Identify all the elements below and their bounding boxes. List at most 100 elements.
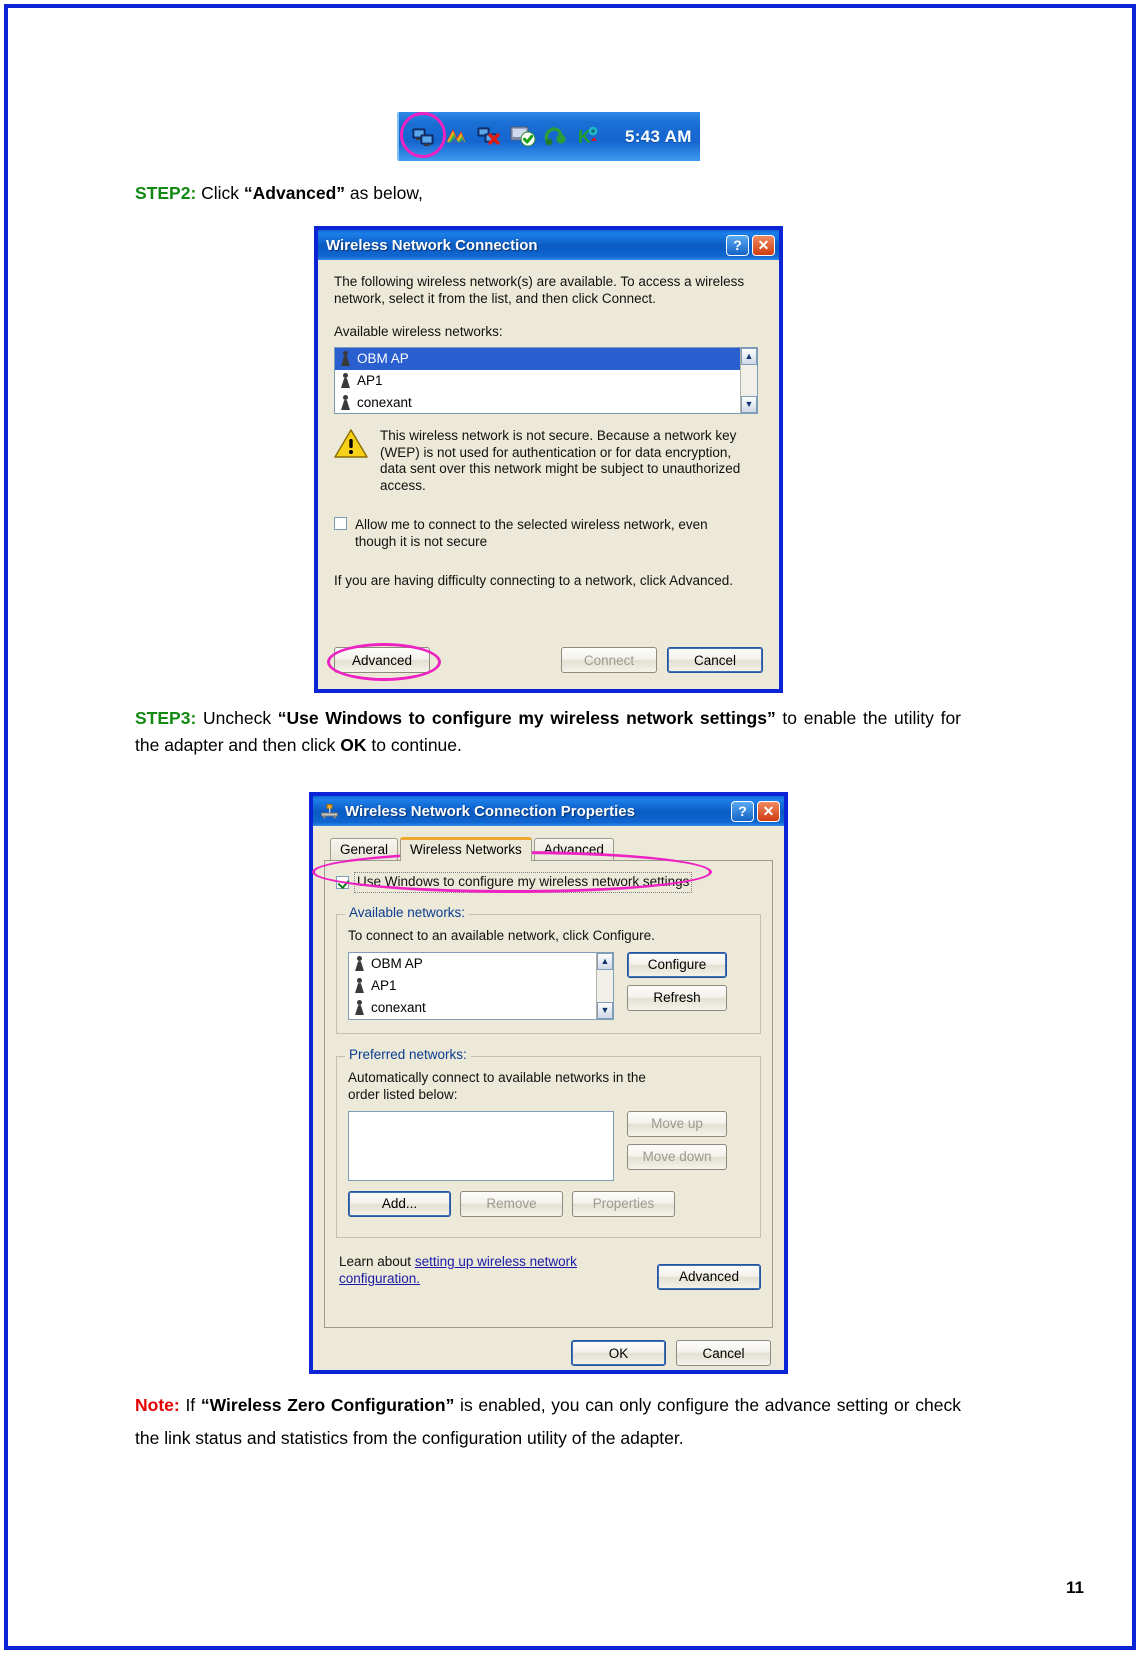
preferred-networks-legend: Preferred networks: xyxy=(345,1046,471,1062)
network-disconnected-icon[interactable] xyxy=(477,125,503,149)
help-icon[interactable]: ? xyxy=(726,234,749,256)
wireless-network-item-icon xyxy=(341,373,350,388)
wireless-networks-tabpanel: Use Windows to configure my wireless net… xyxy=(312,851,773,1328)
step3-paragraph: STEP3: Uncheck “Use Windows to configure… xyxy=(135,705,961,759)
wireless-network-connection-properties-dialog: Wireless Network Connection Properties ?… xyxy=(310,793,787,1373)
dialog2-titlebar[interactable]: Wireless Network Connection Properties ?… xyxy=(313,796,784,826)
step3-text-before: Uncheck xyxy=(196,708,278,728)
dialog1-intro-text: The following wireless network(s) are av… xyxy=(334,274,745,306)
dialog2-tabstrip: General Wireless Networks Advanced xyxy=(324,836,773,861)
system-tray: K 5:43 AM xyxy=(397,112,700,161)
scrollbar-track[interactable] xyxy=(597,969,613,1002)
step2-label: STEP2: xyxy=(135,183,197,203)
scroll-up-icon[interactable]: ▲ xyxy=(741,347,757,365)
antivirus-shield-icon[interactable] xyxy=(510,125,536,149)
step2-paragraph: STEP2: Click “Advanced” as below, xyxy=(135,180,1015,207)
wireless-network-item-icon xyxy=(355,956,364,971)
refresh-button[interactable]: Refresh xyxy=(627,984,727,1011)
system-tray-strip: K 5:43 AM xyxy=(397,112,700,161)
wireless-network-item-icon xyxy=(341,395,350,410)
ok-button[interactable]: OK xyxy=(571,1340,666,1366)
security-warning-text: This wireless network is not secure. Bec… xyxy=(380,427,741,494)
wireless-network-item-icon xyxy=(341,351,350,366)
move-up-button: Move up xyxy=(627,1110,727,1137)
close-icon[interactable]: ✕ xyxy=(752,234,775,256)
note-bold: “Wireless Zero Configuration” xyxy=(200,1395,455,1415)
available-networks-label: Available wireless networks: xyxy=(334,323,503,339)
network-adapter-icon xyxy=(321,803,338,819)
listbox-scrollbar[interactable]: ▲ ▼ xyxy=(596,952,613,1019)
use-windows-checkbox-label: Use Windows to configure my wireless net… xyxy=(353,872,693,893)
scroll-up-icon[interactable]: ▲ xyxy=(597,952,613,970)
page-border: K 5:43 AM STEP2: Click “Advanced” as bel… xyxy=(4,4,1136,1650)
network-list-item[interactable]: OBM AP xyxy=(349,953,613,975)
cancel-button[interactable]: Cancel xyxy=(667,647,763,673)
use-windows-checkbox-row[interactable]: Use Windows to configure my wireless net… xyxy=(336,872,761,893)
step3-label: STEP3: xyxy=(135,708,197,728)
dialog2-title: Wireless Network Connection Properties xyxy=(345,802,635,820)
listbox-scrollbar[interactable]: ▲ ▼ xyxy=(740,347,757,413)
help-icon[interactable]: ? xyxy=(731,800,754,822)
available-networks-listbox[interactable]: OBM AP AP1 conexant ▲ ▼ xyxy=(334,346,758,414)
network-name: AP1 xyxy=(357,373,383,389)
step3-bold-1: “Use Windows to configure my wireless ne… xyxy=(277,708,776,728)
volume-icon[interactable] xyxy=(444,125,470,149)
learn-more-text: Learn about setting up wireless network … xyxy=(339,1254,609,1288)
add-button[interactable]: Add... xyxy=(348,1190,451,1217)
wireless-network-connection-dialog: Wireless Network Connection ? ✕ The foll… xyxy=(315,227,782,692)
page-number: 11 xyxy=(1066,1578,1084,1597)
network-list-item[interactable]: OBM AP xyxy=(335,347,757,370)
network-name: conexant xyxy=(357,395,412,411)
tab-advanced[interactable]: Advanced xyxy=(533,838,614,861)
allow-connect-checkbox[interactable] xyxy=(334,517,347,531)
usb-device-icon[interactable] xyxy=(543,125,569,149)
preferred-networks-group: Preferred networks: Automatically connec… xyxy=(336,1046,761,1238)
difficulty-hint-text: If you are having difficulty connecting … xyxy=(334,572,733,588)
scroll-down-icon[interactable]: ▼ xyxy=(597,1001,613,1019)
scroll-down-icon[interactable]: ▼ xyxy=(741,395,757,413)
network-list-item[interactable]: AP1 xyxy=(349,975,613,997)
wireless-network-item-icon xyxy=(355,978,364,993)
network-name: AP1 xyxy=(371,978,397,994)
learn-more-prefix: Learn about xyxy=(339,1253,415,1269)
step3-bold-2: OK xyxy=(340,735,367,756)
configure-button[interactable]: Configure xyxy=(627,951,727,978)
allow-connect-checkbox-row[interactable]: Allow me to connect to the selected wire… xyxy=(334,517,763,551)
note-text-before: If xyxy=(179,1395,201,1415)
tab-general[interactable]: General xyxy=(330,838,399,861)
step2-bold: “Advanced” xyxy=(243,183,346,203)
use-windows-checkbox[interactable] xyxy=(336,875,349,889)
wireless-network-icon[interactable] xyxy=(411,125,437,149)
allow-connect-label: Allow me to connect to the selected wire… xyxy=(355,517,708,549)
close-icon[interactable]: ✕ xyxy=(757,800,780,822)
preferred-networks-listbox[interactable] xyxy=(348,1110,614,1181)
connect-button: Connect xyxy=(561,647,657,673)
network-list-item[interactable]: conexant xyxy=(349,997,613,1019)
advanced-button[interactable]: Advanced xyxy=(334,647,430,673)
kaspersky-icon[interactable]: K xyxy=(576,125,602,149)
available-networks-group: Available networks: To connect to an ava… xyxy=(336,904,761,1034)
move-down-button: Move down xyxy=(627,1143,727,1170)
wireless-network-item-icon xyxy=(355,1000,364,1015)
step2-text-after: as below, xyxy=(345,183,423,203)
warning-icon xyxy=(334,428,368,458)
step2-text-before: Click xyxy=(196,183,244,203)
security-warning: This wireless network is not secure. Bec… xyxy=(334,428,763,496)
cancel-button[interactable]: Cancel xyxy=(676,1340,771,1366)
network-name: OBM AP xyxy=(357,351,409,367)
network-list-item[interactable]: AP1 xyxy=(335,370,757,392)
dialog1-title: Wireless Network Connection xyxy=(326,236,538,254)
scrollbar-track[interactable] xyxy=(741,364,757,396)
available-networks-legend: Available networks: xyxy=(345,904,470,920)
advanced-button[interactable]: Advanced xyxy=(657,1263,761,1290)
note-paragraph: Note: If “Wireless Zero Configuration” i… xyxy=(135,1389,961,1456)
network-list-item[interactable]: conexant xyxy=(335,392,757,413)
available-networks-listbox[interactable]: OBM AP AP1 conexant ▲ ▼ xyxy=(348,951,614,1020)
tab-wireless-networks[interactable]: Wireless Networks xyxy=(400,837,532,861)
note-label: Note: xyxy=(135,1395,180,1415)
step3-text-after: to continue. xyxy=(366,735,462,756)
clock-label: 5:43 AM xyxy=(625,126,692,146)
dialog1-titlebar[interactable]: Wireless Network Connection ? ✕ xyxy=(318,230,779,260)
network-name: OBM AP xyxy=(371,956,423,972)
network-name: conexant xyxy=(371,1000,426,1016)
